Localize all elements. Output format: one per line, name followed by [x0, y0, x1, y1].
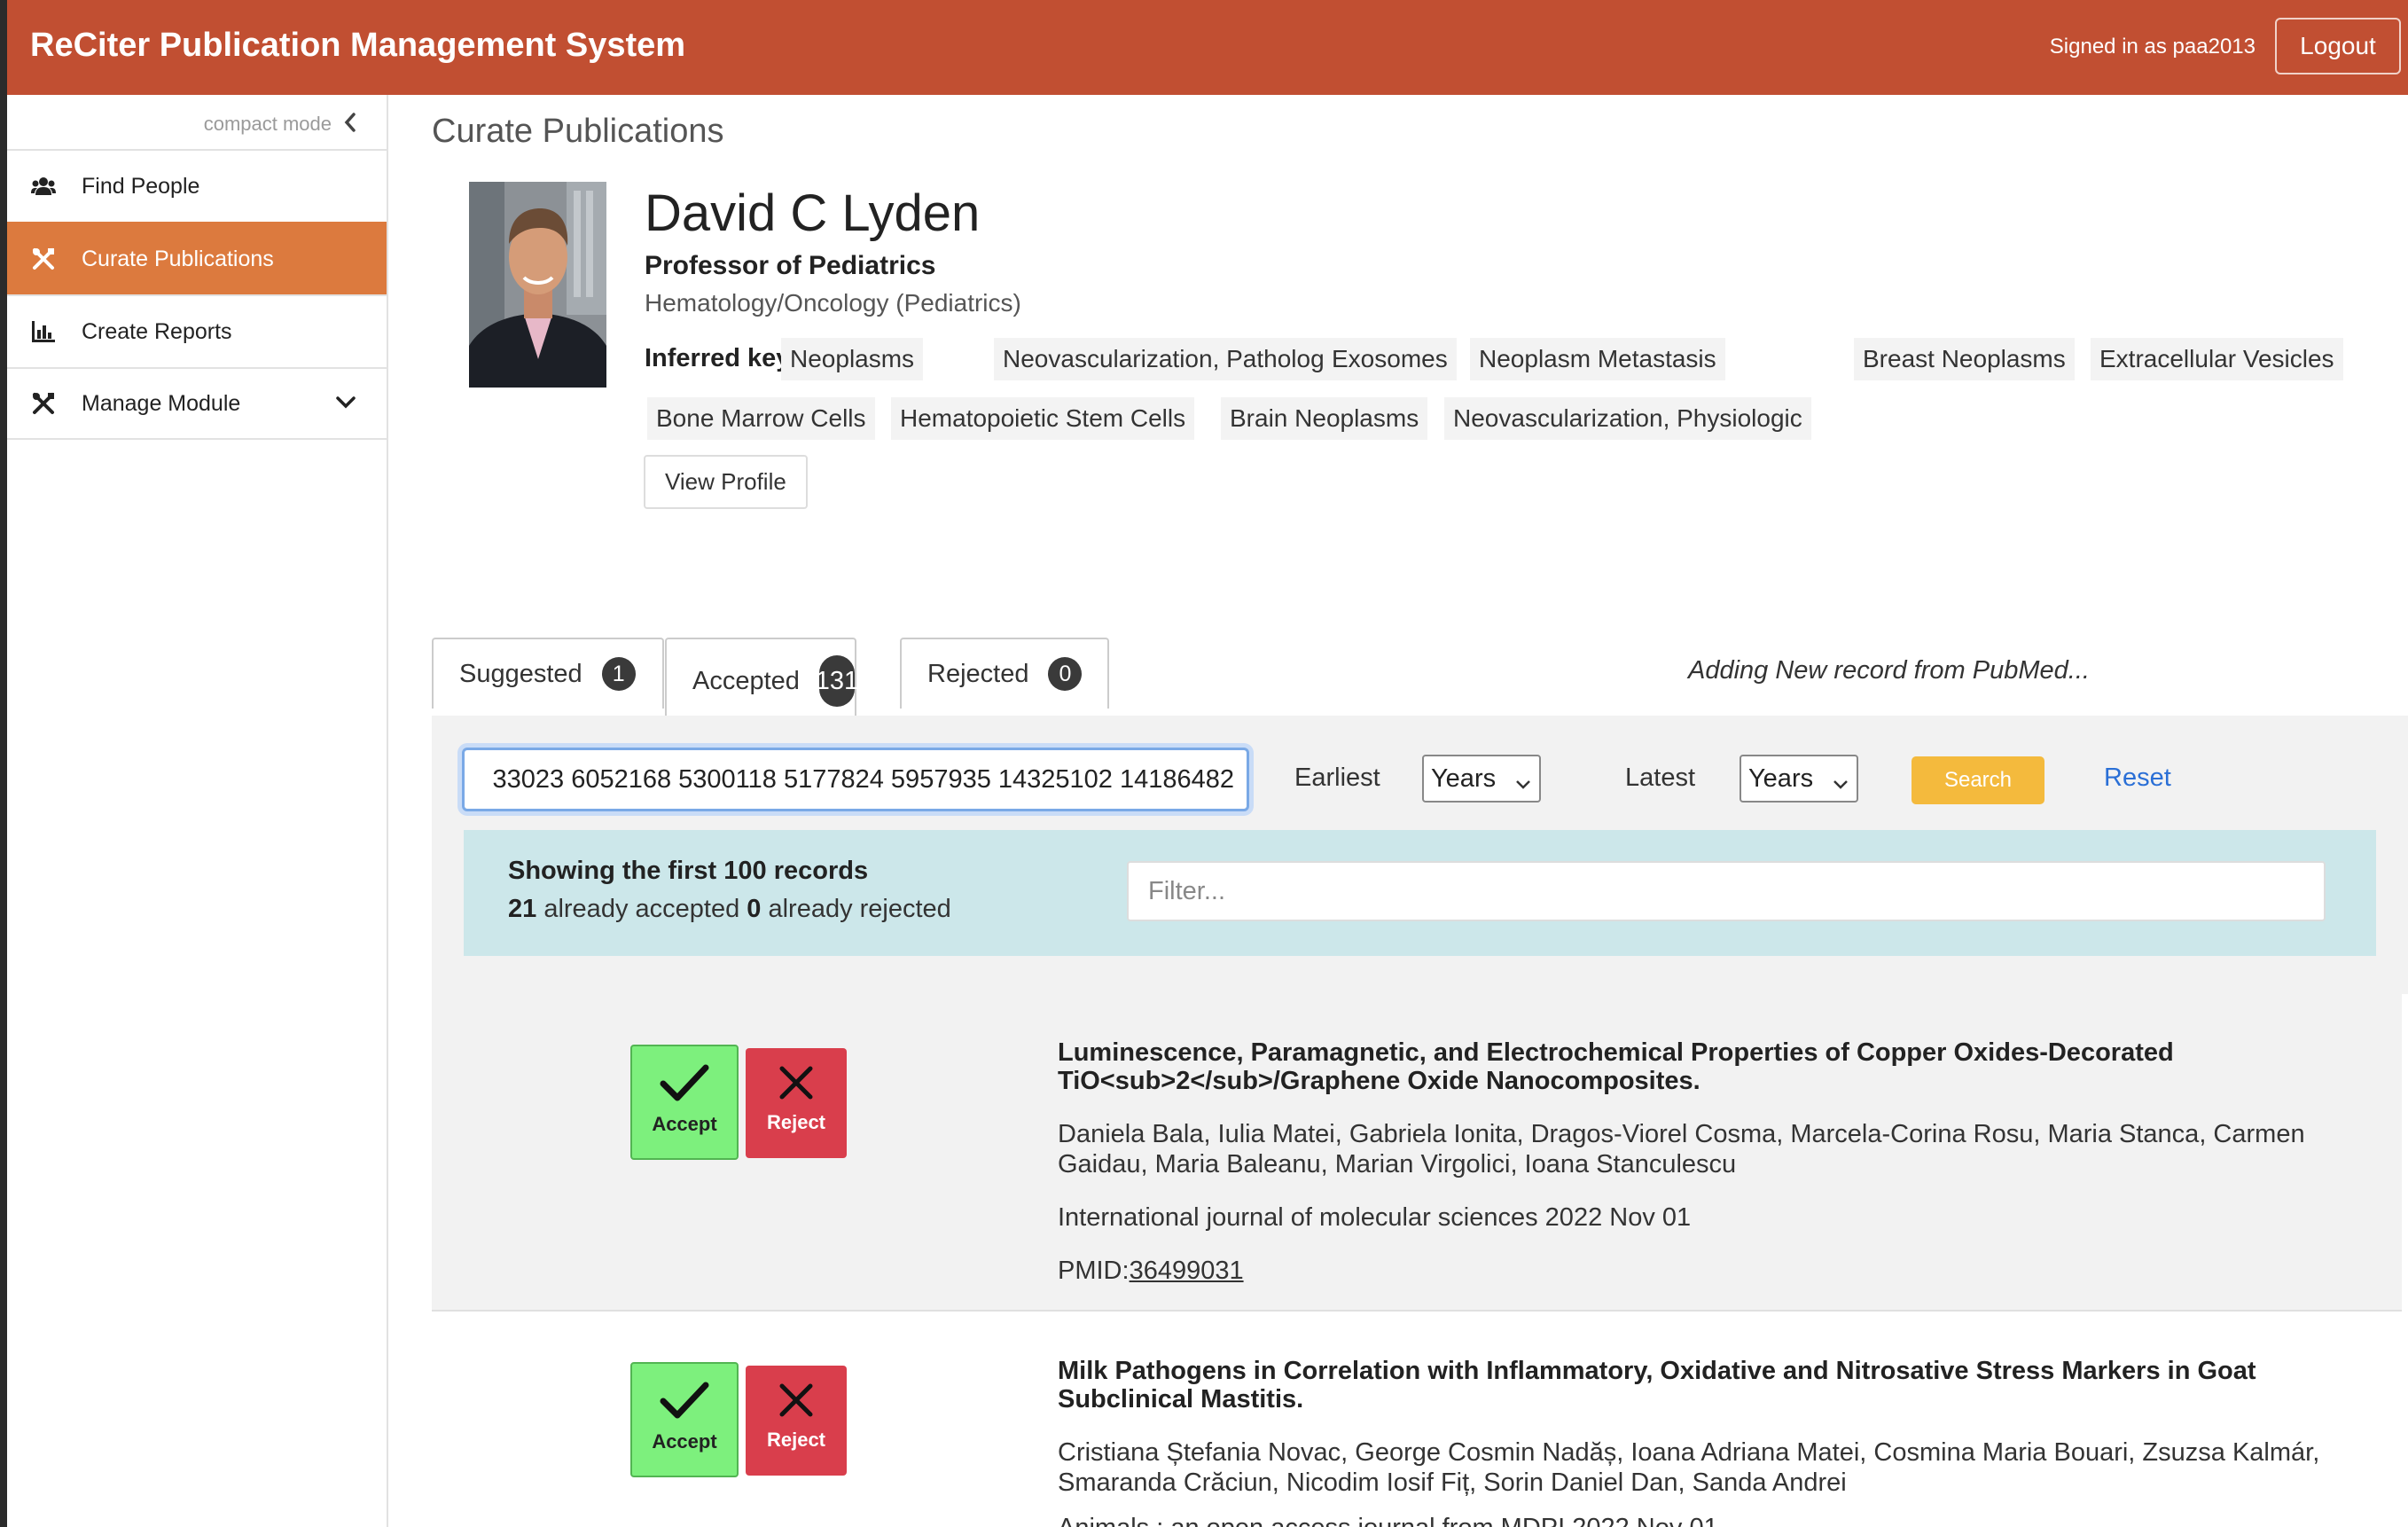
compact-mode-label: compact mode — [203, 113, 332, 135]
accept-label: Accept — [652, 1113, 717, 1135]
latest-year-select[interactable]: Years — [1740, 755, 1858, 803]
publication-record: Accept Reject Milk Pathogens in Correlat… — [432, 1313, 2402, 1527]
profile-name: David C Lyden — [645, 184, 981, 242]
chevron-left-icon[interactable] — [344, 111, 356, 137]
sidebar-item-find-people[interactable]: Find People — [7, 149, 387, 222]
publication-journal: Animals : an open access journal from MD… — [1058, 1514, 1718, 1527]
earliest-select-value: Years — [1431, 764, 1497, 793]
pmid-link[interactable]: 36499031 — [1130, 1257, 1244, 1285]
logout-button[interactable]: Logout — [2275, 18, 2401, 74]
sidebar-item-label: Create Reports — [82, 318, 232, 344]
sidebar-item-curate-publications[interactable]: Curate Publications — [7, 222, 387, 294]
keyword-chip: Neovascularization, Pathologic — [994, 338, 1351, 380]
already-rejected-text: already rejected — [768, 895, 951, 923]
search-input-value: 33023 6052168 5300118 5177824 5957935 14… — [492, 764, 1234, 794]
sidebar-item-label: Find People — [82, 173, 200, 199]
reject-label: Reject — [766, 1111, 826, 1133]
main-content: Curate Publications David C Lyden Profes… — [388, 95, 2408, 1527]
keyword-chip: Neovascularization, Physiologic — [1444, 397, 1811, 440]
keyword-chip: Breast Neoplasms — [1854, 338, 2075, 380]
keyword-chip: Extracellular Vesicles — [2091, 338, 2343, 380]
tools-icon — [30, 392, 57, 415]
adding-record-note: Adding New record from PubMed... — [1688, 656, 2090, 685]
sidebar-nav: Find People Curate Publications Create R… — [7, 149, 387, 440]
search-panel: 33023 6052168 5300118 5177824 5957935 14… — [432, 716, 2408, 994]
sidebar-item-label: Manage Module — [82, 390, 241, 416]
tab-label: Suggested — [459, 659, 582, 688]
keyword-chip: Neoplasms — [781, 338, 924, 380]
sidebar-item-manage-module[interactable]: Manage Module — [7, 367, 387, 440]
already-accepted-count: 21 — [508, 895, 537, 923]
keyword-chip: Neoplasm Metastasis — [1470, 338, 1725, 380]
close-icon — [778, 1382, 815, 1423]
view-profile-button[interactable]: View Profile — [644, 455, 808, 509]
filter-placeholder: Filter... — [1148, 876, 1226, 905]
chevron-down-icon[interactable] — [335, 390, 356, 416]
sidebar-item-label: Curate Publications — [82, 246, 274, 271]
publication-record: Accept Reject Luminescence, Paramagnetic… — [432, 994, 2402, 1312]
check-icon — [660, 1380, 709, 1425]
accept-button[interactable]: Accept — [630, 1045, 739, 1160]
latest-select-value: Years — [1748, 764, 1814, 793]
tab-suggested[interactable]: Suggested 1 — [432, 638, 664, 709]
publication-authors: Cristiana Ștefania Novac, George Cosmin … — [1058, 1438, 2320, 1497]
results-info-box: Showing the first 100 records 21 already… — [464, 830, 2376, 956]
tab-label: Accepted — [692, 666, 800, 695]
filter-input[interactable]: Filter... — [1127, 861, 2326, 921]
count-badge: 131 — [816, 655, 858, 707]
top-navbar: ReCiter Publication Management System Si… — [7, 0, 2408, 95]
tools-icon — [30, 247, 57, 270]
sidebar: compact mode Find People Curate Publicat… — [7, 95, 388, 1527]
keyword-chip: Bone Marrow Cells — [647, 397, 875, 440]
keyword-chip: Hematopoietic Stem Cells — [891, 397, 1195, 440]
tab-rejected[interactable]: Rejected 0 — [900, 638, 1109, 709]
compact-mode-toggle[interactable]: compact mode — [204, 111, 356, 137]
earliest-label: Earliest — [1294, 764, 1380, 792]
accept-label: Accept — [652, 1430, 717, 1453]
pmid-search-input[interactable]: 33023 6052168 5300118 5177824 5957935 14… — [462, 748, 1249, 811]
profile-department: Hematology/Oncology (Pediatrics) — [645, 289, 1021, 317]
reset-link[interactable]: Reset — [2104, 764, 2171, 793]
accepted-rejected-summary: 21 already accepted 0 already rejected — [508, 895, 951, 924]
earliest-year-select[interactable]: Years — [1422, 755, 1541, 803]
chevron-down-icon — [1832, 769, 1849, 798]
publication-title: Milk Pathogens in Correlation with Infla… — [1058, 1357, 2256, 1413]
close-icon — [778, 1064, 815, 1106]
tab-label: Rejected — [927, 659, 1029, 688]
signed-in-label: Signed in as paa2013 — [2049, 35, 2256, 59]
users-icon — [30, 176, 57, 196]
keyword-chip: Brain Neoplasms — [1221, 397, 1428, 440]
window-edge — [0, 0, 7, 1527]
pmid-label: PMID: — [1058, 1257, 1130, 1285]
bar-chart-icon — [30, 321, 57, 342]
already-rejected-count: 0 — [747, 895, 762, 923]
reject-button[interactable]: Reject — [746, 1048, 847, 1158]
tab-accepted[interactable]: Accepted 131 — [665, 638, 858, 723]
count-badge: 1 — [601, 657, 636, 691]
page-title: Curate Publications — [432, 113, 724, 150]
showing-records-text: Showing the first 100 records — [508, 857, 869, 885]
reject-button[interactable]: Reject — [746, 1366, 847, 1476]
publication-journal: International journal of molecular scien… — [1058, 1203, 1692, 1232]
reject-label: Reject — [766, 1429, 826, 1451]
publication-authors: Daniela Bala, Iulia Matei, Gabriela Ioni… — [1058, 1120, 2305, 1179]
sidebar-item-create-reports[interactable]: Create Reports — [7, 294, 387, 367]
already-accepted-text: already accepted — [543, 895, 740, 923]
keyword-chip: Exosomes — [1323, 338, 1457, 380]
source-name: PubMed... — [1972, 656, 2090, 685]
profile-photo — [469, 182, 606, 388]
profile-title: Professor of Pediatrics — [645, 251, 936, 280]
chevron-down-icon — [1514, 769, 1532, 798]
publication-pmid: PMID:36499031 — [1058, 1257, 1244, 1286]
app-title[interactable]: ReCiter Publication Management System — [30, 27, 685, 65]
latest-label: Latest — [1625, 764, 1695, 792]
check-icon — [660, 1062, 709, 1108]
search-button[interactable]: Search — [1912, 756, 2044, 804]
count-badge: 0 — [1048, 657, 1083, 691]
accept-button[interactable]: Accept — [630, 1362, 739, 1477]
publication-title: Luminescence, Paramagnetic, and Electroc… — [1058, 1038, 2174, 1095]
